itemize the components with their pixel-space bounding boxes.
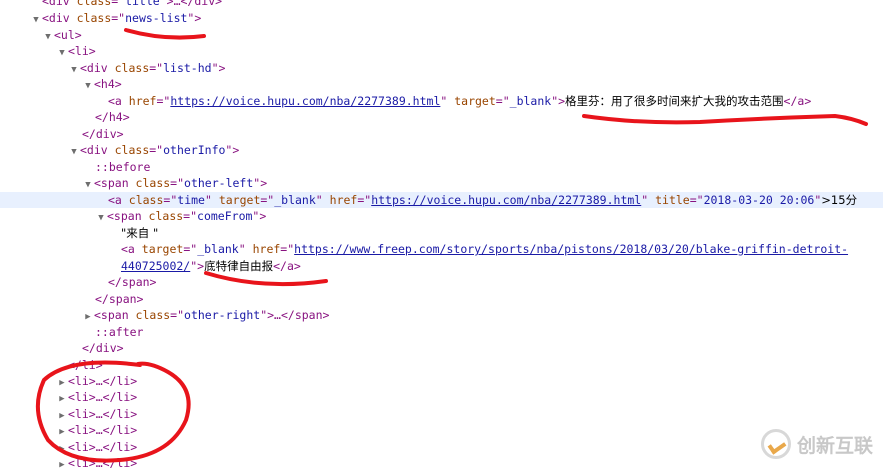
watermark-logo-icon <box>760 429 791 459</box>
dom-line-other-left-close[interactable]: </span> <box>0 291 883 307</box>
dom-line-come-from-text[interactable]: "来自 " <box>0 225 883 241</box>
dom-line-li-collapsed[interactable]: ▶ <li>…</li> <box>0 455 883 471</box>
expand-triangle-icon[interactable]: ▼ <box>42 29 54 43</box>
expand-triangle-icon[interactable]: ▼ <box>68 62 80 76</box>
source-anchor-text: 底特律自由报 <box>204 259 274 273</box>
dom-line-h4[interactable]: ▼ <h4> <box>0 76 883 92</box>
dom-line-after-pseudo[interactable]: ::after <box>0 324 883 340</box>
expand-triangle-icon[interactable]: ▼ <box>56 45 68 59</box>
dom-line-li-collapsed[interactable]: ▶ <li>…</li> <box>0 373 883 389</box>
source-anchor-href[interactable]: https://www.freep.com/story/sports/nba/p… <box>294 242 848 256</box>
news-list-class-value: news-list <box>125 11 188 25</box>
time-anchor-href[interactable]: https://voice.hupu.com/nba/2277389.html <box>371 193 641 207</box>
collapse-triangle-icon[interactable]: ▶ <box>56 375 68 389</box>
h4-anchor-text: 格里芬：用了很多时间来扩大我的攻击范围 <box>565 94 784 108</box>
h4-anchor-href[interactable]: https://voice.hupu.com/nba/2277389.html <box>170 94 440 108</box>
watermark-text: 创新互联 <box>796 434 873 457</box>
expand-triangle-icon[interactable]: ▼ <box>68 144 80 158</box>
dom-line-list-hd-close[interactable]: </div> <box>0 126 883 142</box>
dom-line-other-right[interactable]: ▶ <span class="other-right">…</span> <box>0 307 883 323</box>
dom-line-source-anchor-cont[interactable]: 440725002/">底特律自由报</a> <box>0 258 883 274</box>
collapse-triangle-icon[interactable]: ▶ <box>82 309 94 323</box>
watermark: 创新互联 <box>760 429 873 459</box>
dom-line-list-hd[interactable]: ▼ <div class="list-hd"> <box>0 60 883 76</box>
dom-line-other-info[interactable]: ▼ <div class="otherInfo"> <box>0 142 883 158</box>
expand-triangle-icon[interactable]: ▼ <box>30 12 42 26</box>
expand-triangle-icon[interactable]: ▼ <box>95 210 107 224</box>
dom-line-news-list[interactable]: ▼ <div class="news-list"> <box>0 10 883 26</box>
dom-line-before-pseudo[interactable]: ::before <box>0 159 883 175</box>
dom-line-li-collapsed[interactable]: ▶ <li>…</li> <box>0 439 883 455</box>
collapse-triangle-icon[interactable]: ▶ <box>56 408 68 422</box>
collapse-triangle-icon[interactable]: ▶ <box>56 391 68 405</box>
dom-line-come-from-close[interactable]: </span> <box>0 274 883 290</box>
dom-line-come-from[interactable]: ▼ <span class="comeFrom"> <box>0 208 883 224</box>
dom-line-source-anchor[interactable]: <a target="_blank" href="https://www.fre… <box>0 241 883 257</box>
dom-line-li-collapsed[interactable]: ▶ <li>…</li> <box>0 406 883 422</box>
dom-line-other-info-close[interactable]: </div> <box>0 340 883 356</box>
dom-line-time-anchor[interactable]: <a class="time" target="_blank" href="ht… <box>0 192 883 209</box>
dom-line-li-close[interactable]: </li> <box>0 357 883 373</box>
expand-triangle-icon[interactable]: ▼ <box>82 177 94 191</box>
dom-line-ul[interactable]: ▼ <ul> <box>0 27 883 43</box>
dom-line-h4-close[interactable]: </h4> <box>0 109 883 125</box>
dom-line-other-left[interactable]: ▼ <span class="other-left"> <box>0 175 883 191</box>
dom-line-title-div[interactable]: <div class="title">…</div> <box>0 0 883 9</box>
dom-line-h4-anchor[interactable]: <a href="https://voice.hupu.com/nba/2277… <box>0 93 883 109</box>
dom-line-li-collapsed[interactable]: ▶ <li>…</li> <box>0 422 883 438</box>
collapse-triangle-icon[interactable]: ▶ <box>56 441 68 455</box>
collapse-triangle-icon[interactable]: ▶ <box>56 424 68 438</box>
source-anchor-href-cont[interactable]: 440725002/ <box>121 259 190 273</box>
expand-triangle-icon[interactable]: ▼ <box>82 78 94 92</box>
collapse-triangle-icon[interactable]: ▶ <box>56 457 68 471</box>
dom-line-li-open[interactable]: ▼ <li> <box>0 43 883 59</box>
dom-line-li-collapsed[interactable]: ▶ <li>…</li> <box>0 389 883 405</box>
